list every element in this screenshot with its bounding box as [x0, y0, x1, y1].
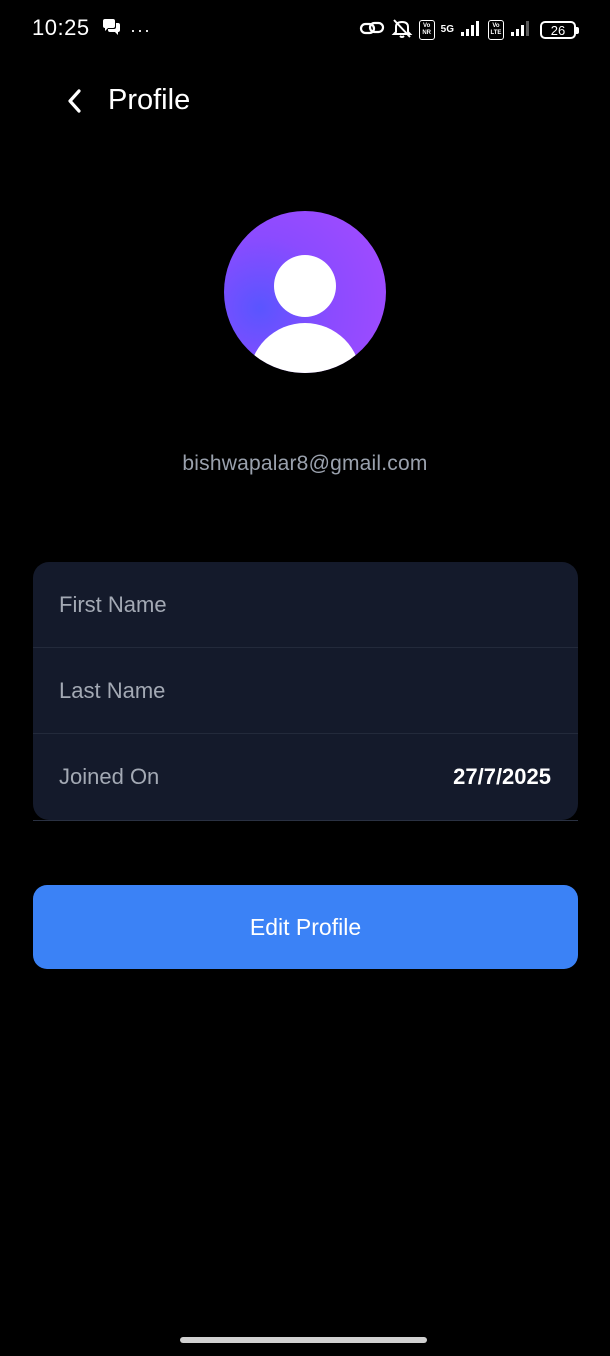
bell-off-icon [391, 17, 413, 44]
status-more-dots: ··· [130, 19, 151, 40]
volte-lte-badge: Vo LTE [488, 20, 504, 40]
signal-icon [510, 19, 534, 42]
avatar-head [274, 255, 336, 317]
network-5g-label: 5G [440, 24, 454, 35]
first-name-label: First Name [59, 591, 167, 617]
back-button[interactable] [60, 86, 90, 116]
status-time: 10:25 [32, 15, 90, 40]
link-icon [359, 18, 385, 43]
signal-icon [460, 19, 482, 42]
home-indicator[interactable] [180, 1337, 427, 1343]
last-name-label: Last Name [59, 677, 166, 703]
status-bar: 10:25 ··· Vo NR 5G Vo LTE 26 [0, 0, 610, 60]
user-avatar-icon [224, 211, 386, 373]
volte-nr-badge: Vo NR [418, 20, 435, 40]
profile-details-card: First Name Last Name Joined On 27/7/2025 [33, 562, 578, 820]
battery-icon: 26 [540, 21, 579, 39]
page-title: Profile [108, 84, 191, 116]
edit-profile-button[interactable]: Edit Profile [33, 885, 578, 969]
joined-on-label: Joined On [59, 764, 160, 789]
status-right-icons: Vo NR 5G Vo LTE 26 [359, 16, 579, 44]
app-header: Profile [0, 72, 610, 132]
joined-on-value: 27/7/2025 [453, 764, 551, 789]
last-name-row: Last Name [33, 648, 578, 734]
user-email: bishwapalar8@gmail.com [182, 452, 428, 475]
avatar-body [249, 323, 361, 373]
joined-on-row: Joined On 27/7/2025 [33, 734, 578, 820]
chat-icon [100, 17, 122, 42]
status-left-icons: ··· [100, 17, 151, 42]
back-chevron-icon [68, 89, 81, 113]
first-name-row: First Name [33, 562, 578, 648]
card-divider [33, 820, 578, 821]
